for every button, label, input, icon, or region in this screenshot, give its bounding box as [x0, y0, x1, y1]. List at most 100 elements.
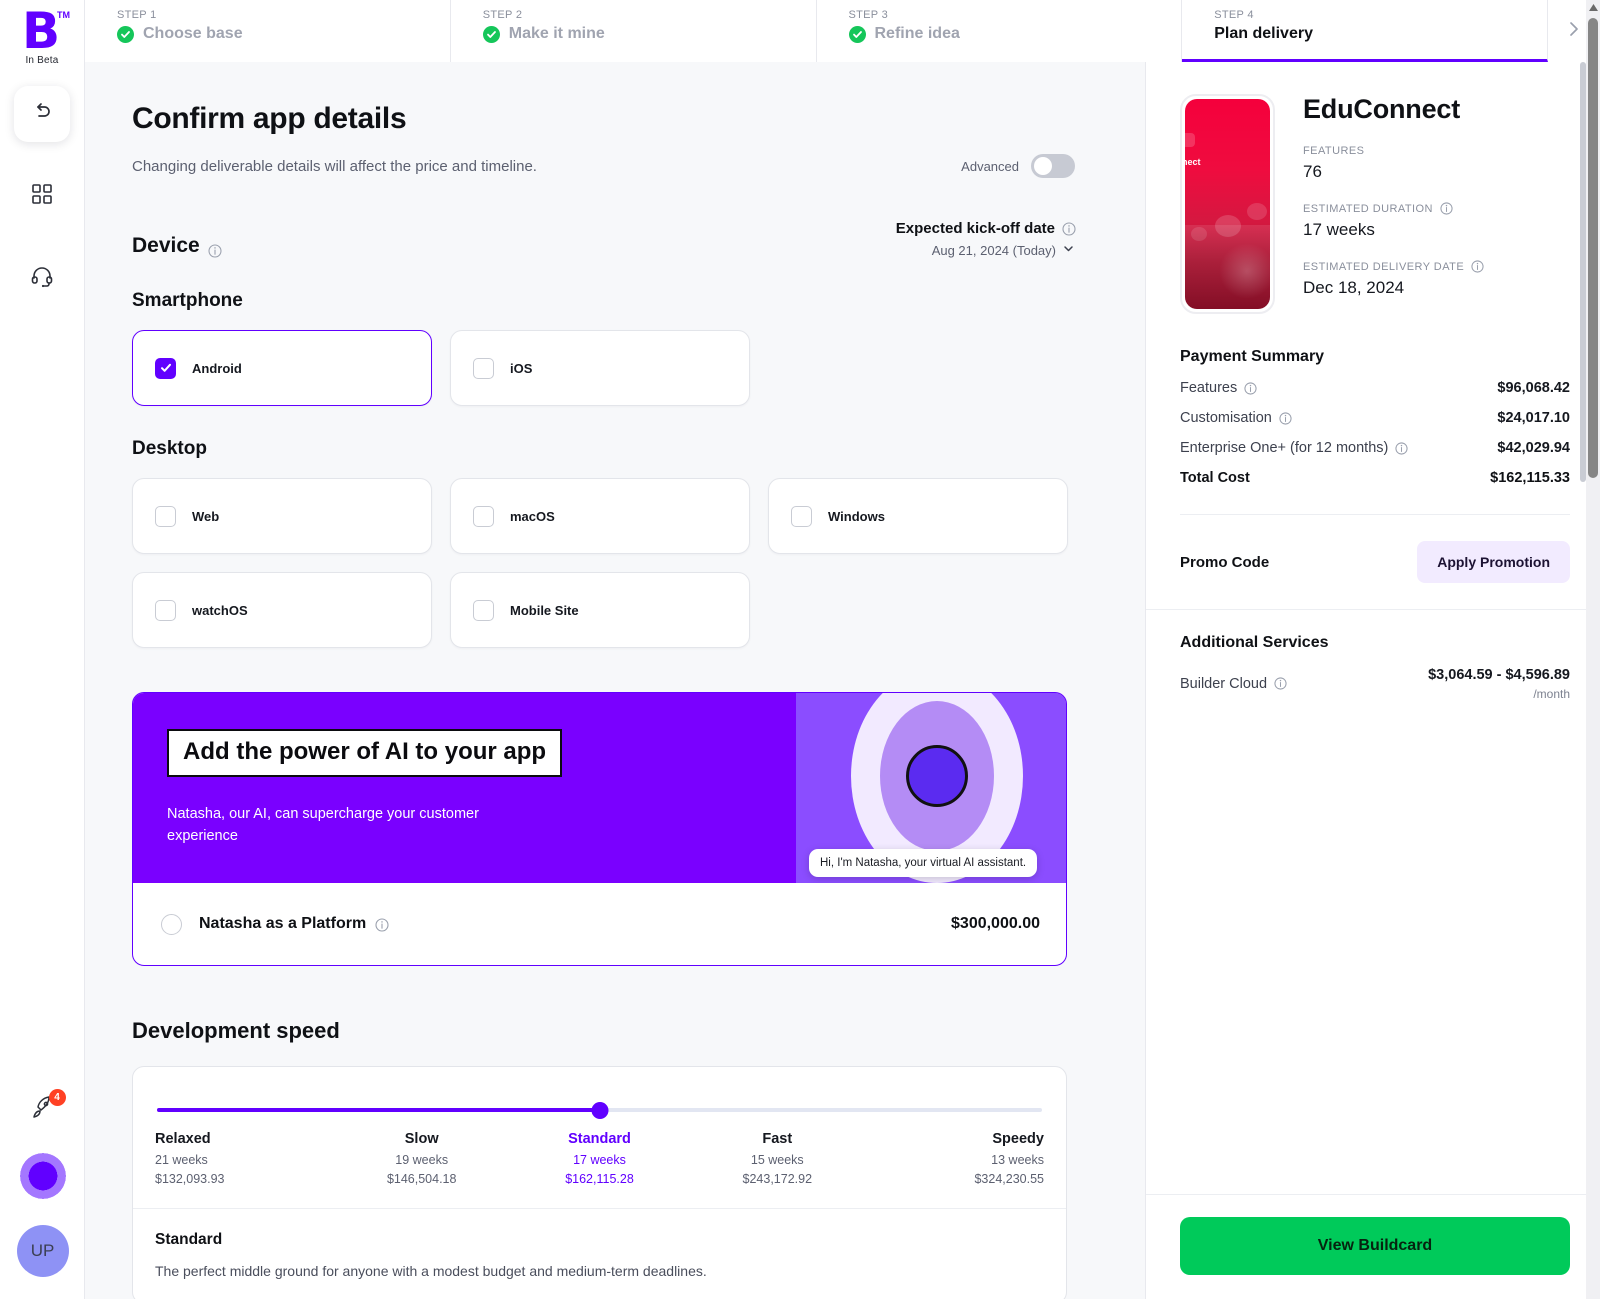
device-option-label: Android [192, 361, 242, 376]
step-1[interactable]: STEP 1 Choose base [85, 0, 451, 62]
promo-code-row: Promo Code Apply Promotion [1146, 515, 1600, 609]
device-option-ios[interactable]: iOS [450, 330, 750, 406]
payment-row-customisation: Customisation $24,017.10 [1180, 410, 1570, 426]
meta-value: 17 weeks [1303, 220, 1484, 240]
advanced-label: Advanced [961, 159, 1019, 174]
meta-duration: ESTIMATED DURATION 17 weeks [1303, 202, 1484, 240]
device-option-label: watchOS [192, 603, 248, 618]
check-icon [117, 26, 134, 43]
additional-services-title: Additional Services [1180, 634, 1570, 652]
additional-service-value: $3,064.59 - $4,596.89 [1428, 667, 1570, 683]
dev-speed-option-relaxed[interactable]: Relaxed 21 weeks $132,093.93 [155, 1131, 333, 1186]
checkbox-icon [155, 600, 176, 621]
option-name: Standard [511, 1131, 689, 1147]
avatar[interactable]: UP [17, 1225, 69, 1277]
payment-summary-title: Payment Summary [1180, 348, 1570, 366]
scroll-up-arrow-icon[interactable] [1586, 0, 1600, 14]
option-name: Fast [688, 1131, 866, 1147]
device-option-windows[interactable]: Windows [768, 478, 1068, 554]
kickoff-date-select[interactable]: Aug 21, 2024 (Today) [896, 242, 1075, 258]
left-rail: B TM In Beta [0, 0, 85, 1299]
step-2[interactable]: STEP 2 Make it mine [451, 0, 817, 62]
apps-grid-button[interactable] [14, 168, 70, 224]
info-icon[interactable] [1279, 412, 1292, 425]
rail-bottom-group: 4 UP [0, 1093, 85, 1277]
natasha-orb-button[interactable] [20, 1153, 66, 1199]
app-hero: onnect EduConnect FEATURES 76 [1146, 62, 1600, 314]
payment-row-label: Customisation [1180, 410, 1272, 426]
additional-service-label: Builder Cloud [1180, 676, 1267, 692]
apps-grid-icon [31, 183, 53, 210]
dev-speed-option-slow[interactable]: Slow 19 weeks $146,504.18 [333, 1131, 511, 1186]
checkbox-checked-icon [155, 358, 176, 379]
ai-banner-body: Natasha, our AI, can supercharge your cu… [167, 803, 527, 848]
additional-services: Additional Services Builder Cloud $3,064… [1146, 610, 1600, 701]
natasha-bubble-text: Hi, I'm Natasha, your virtual AI assista… [809, 849, 1037, 877]
info-icon[interactable] [1440, 202, 1453, 215]
payment-row-label: Features [1180, 380, 1237, 396]
content-column: STEP 1 Choose base STEP 2 Make it mine S… [85, 0, 1600, 1299]
info-icon[interactable] [1395, 442, 1408, 455]
option-weeks: 15 weeks [688, 1153, 866, 1167]
support-button[interactable] [14, 250, 70, 306]
dev-speed-slider[interactable] [157, 1101, 1042, 1119]
chevron-down-icon [1062, 242, 1075, 258]
step-3[interactable]: STEP 3 Refine idea [817, 0, 1183, 62]
device-option-web[interactable]: Web [132, 478, 432, 554]
info-icon[interactable] [1062, 222, 1075, 235]
phone-app-label: onnect [1185, 157, 1201, 167]
info-icon[interactable] [1471, 260, 1484, 273]
info-icon[interactable] [1274, 677, 1287, 690]
step-4-label: Plan delivery [1214, 25, 1313, 43]
meta-delivery-date: ESTIMATED DELIVERY DATE Dec 18, 2024 [1303, 260, 1484, 298]
toggle-knob [1034, 157, 1052, 175]
option-weeks: 21 weeks [155, 1153, 333, 1167]
dev-speed-option-fast[interactable]: Fast 15 weeks $243,172.92 [688, 1131, 866, 1186]
slider-thumb[interactable] [591, 1102, 608, 1119]
chevron-right-icon [1565, 20, 1583, 43]
device-option-mobile-site[interactable]: Mobile Site [450, 572, 750, 648]
group-desktop-title: Desktop [132, 438, 1075, 460]
info-icon[interactable] [208, 240, 221, 253]
device-option-label: macOS [510, 509, 555, 524]
window-scrollbar-thumb[interactable] [1588, 18, 1598, 478]
window-scrollbar[interactable] [1586, 0, 1600, 1299]
kickoff-date-group: Expected kick-off date Aug 21, 2024 (Tod… [896, 220, 1075, 258]
undo-button[interactable] [14, 86, 70, 142]
meta-key: ESTIMATED DURATION [1303, 203, 1433, 215]
info-icon[interactable] [1244, 382, 1257, 395]
view-buildcard-button[interactable]: View Buildcard [1180, 1217, 1570, 1275]
step-4[interactable]: STEP 4 Plan delivery [1182, 0, 1548, 62]
summary-panel: onnect EduConnect FEATURES 76 [1145, 62, 1600, 1299]
natasha-platform-row[interactable]: Natasha as a Platform $300,000.00 [133, 883, 1066, 965]
apply-promotion-button[interactable]: Apply Promotion [1417, 541, 1570, 583]
checkbox-icon [791, 506, 812, 527]
device-option-android[interactable]: Android [132, 330, 432, 406]
device-option-macos[interactable]: macOS [450, 478, 750, 554]
group-smartphone-title: Smartphone [132, 290, 1075, 312]
info-icon[interactable] [375, 918, 388, 931]
radio-icon[interactable] [161, 914, 182, 935]
option-name: Speedy [866, 1131, 1044, 1147]
dev-speed-option-standard[interactable]: Standard 17 weeks $162,115.28 [511, 1131, 689, 1186]
advanced-toggle-group: Advanced [961, 154, 1075, 178]
subtitle-row: Changing deliverable details will affect… [132, 154, 1075, 178]
natasha-platform-price: $300,000.00 [951, 915, 1040, 933]
meta-key: FEATURES [1303, 145, 1364, 157]
advanced-toggle[interactable] [1031, 154, 1075, 178]
dev-speed-detail-text: The perfect middle ground for anyone wit… [155, 1263, 1044, 1279]
dev-speed-option-speedy[interactable]: Speedy 13 weeks $324,230.55 [866, 1131, 1044, 1186]
payment-row-features: Features $96,068.42 [1180, 380, 1570, 396]
meta-features: FEATURES 76 [1303, 145, 1484, 182]
payment-row-total: Total Cost $162,115.33 [1180, 470, 1570, 486]
promo-code-label: Promo Code [1180, 554, 1269, 571]
payment-row-value: $42,029.94 [1497, 440, 1570, 456]
rocket-button[interactable]: 4 [26, 1093, 60, 1127]
option-name: Relaxed [155, 1131, 333, 1147]
brand-logo[interactable]: B TM In Beta [22, 8, 62, 66]
additional-service-builder-cloud: Builder Cloud $3,064.59 - $4,596.89 /mon… [1180, 666, 1570, 701]
slider-fill [157, 1108, 600, 1112]
step-1-label: Choose base [143, 25, 243, 43]
device-option-watchos[interactable]: watchOS [132, 572, 432, 648]
option-price: $162,115.28 [511, 1172, 689, 1186]
